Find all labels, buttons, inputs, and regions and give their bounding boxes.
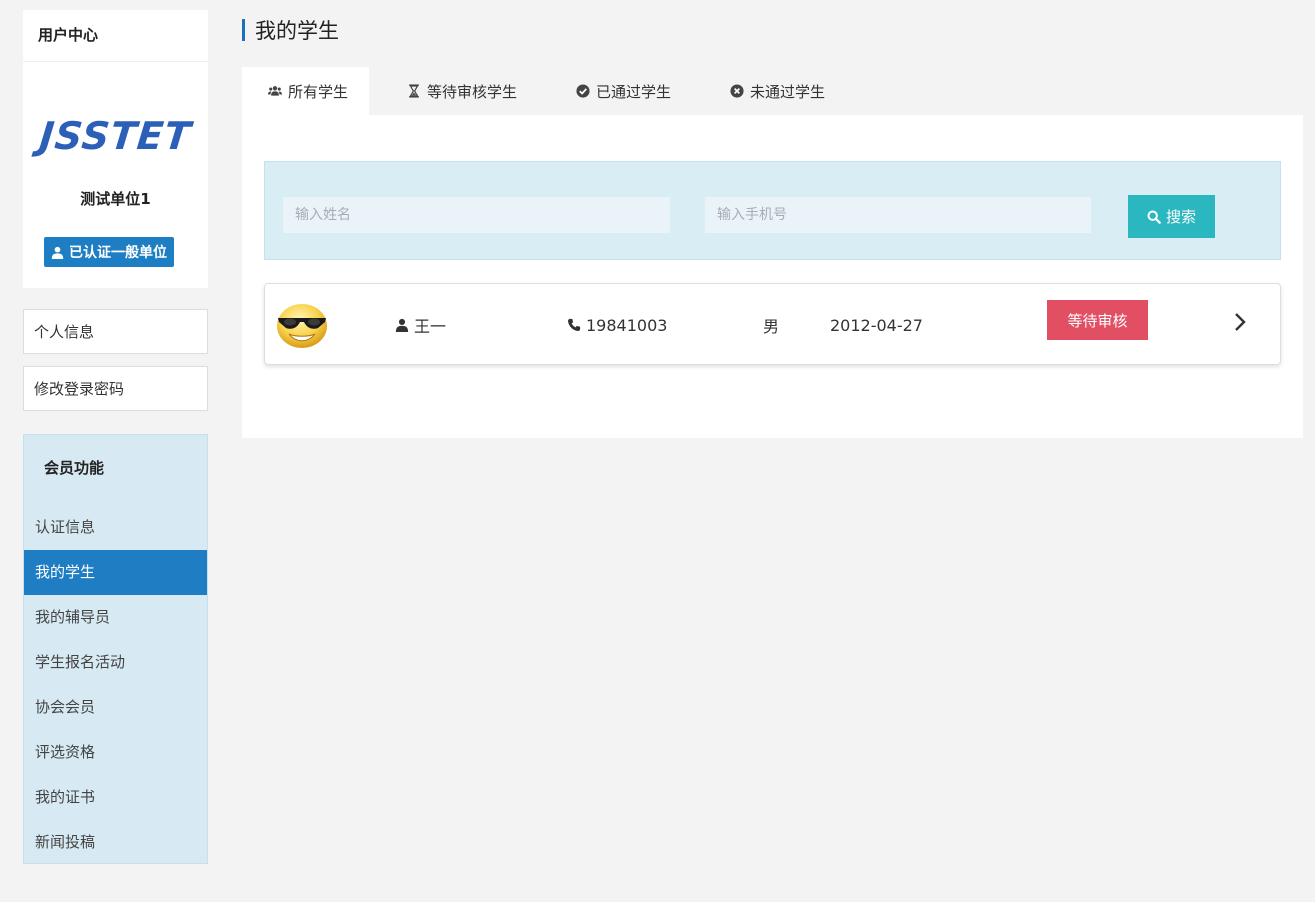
menu-item-association-members[interactable]: 协会会员 bbox=[24, 685, 207, 730]
tab-pending-students[interactable]: 等待审核学生 bbox=[381, 67, 538, 115]
user-center-card: 用户中心 JSSTET 测试单位1 已认证一般单位 bbox=[23, 10, 208, 288]
search-box: 搜索 bbox=[264, 161, 1281, 260]
user-center-title: 用户中心 bbox=[23, 10, 208, 62]
menu-item-my-certificates[interactable]: 我的证书 bbox=[24, 775, 207, 820]
menu-item-my-counselors[interactable]: 我的辅导员 bbox=[24, 595, 207, 640]
jsstet-logo: JSSTET bbox=[37, 114, 194, 158]
users-icon bbox=[268, 86, 282, 96]
student-name-text: 王一 bbox=[414, 317, 447, 336]
main-content: 我的学生 所有学生 等待审核学生 已通过学生 未通过学生 输入姓名 输入手机号 … bbox=[242, 10, 1303, 438]
menu-item-my-students[interactable]: 我的学生 bbox=[24, 550, 207, 595]
student-tabs: 所有学生 等待审核学生 已通过学生 未通过学生 bbox=[242, 67, 1303, 115]
students-panel: 搜索 bbox=[242, 115, 1303, 438]
chevron-right-icon[interactable] bbox=[1233, 311, 1247, 333]
menu-item-news-submission[interactable]: 新闻投稿 bbox=[24, 820, 207, 865]
tab-rejected-students[interactable]: 未通过学生 bbox=[704, 67, 846, 115]
student-row[interactable]: 王一 19841003 男 2012-04-27 等待审核 bbox=[264, 283, 1281, 365]
title-accent-bar bbox=[242, 19, 245, 41]
page-title-text: 我的学生 bbox=[255, 19, 339, 43]
student-phone-text: 19841003 bbox=[586, 315, 668, 335]
member-functions-menu: 会员功能 认证信息 我的学生 我的辅导员 学生报名活动 协会会员 评选资格 我的… bbox=[23, 434, 208, 864]
times-circle-icon bbox=[730, 84, 744, 98]
member-functions-title: 会员功能 bbox=[44, 459, 105, 477]
tab-approved-students[interactable]: 已通过学生 bbox=[550, 67, 692, 115]
user-icon bbox=[395, 318, 409, 332]
search-button[interactable]: 搜索 bbox=[1128, 195, 1215, 238]
certification-badge: 已认证一般单位 bbox=[44, 237, 174, 267]
hourglass-icon bbox=[409, 84, 419, 98]
menu-item-selection-qualification[interactable]: 评选资格 bbox=[24, 730, 207, 775]
menu-item-student-activity-signup[interactable]: 学生报名活动 bbox=[24, 640, 207, 685]
student-gender: 男 bbox=[763, 317, 780, 336]
search-icon bbox=[1147, 210, 1161, 224]
menu-item-certification-info[interactable]: 认证信息 bbox=[24, 505, 207, 550]
student-phone: 19841003 bbox=[567, 284, 667, 366]
certification-badge-label: 已认证一般单位 bbox=[69, 245, 167, 261]
name-search-input[interactable] bbox=[283, 197, 670, 233]
unit-name: 测试单位1 bbox=[80, 190, 151, 208]
student-birthdate: 2012-04-27 bbox=[830, 315, 923, 335]
sidebar: 用户中心 JSSTET 测试单位1 已认证一般单位 个人信息 修改登录密码 会员… bbox=[23, 10, 208, 864]
tab-approved-students-label: 已通过学生 bbox=[596, 82, 672, 101]
search-button-label: 搜索 bbox=[1165, 208, 1196, 226]
status-badge: 等待审核 bbox=[1047, 300, 1148, 340]
user-icon bbox=[51, 246, 64, 259]
page-title: 我的学生 bbox=[242, 10, 1303, 50]
tab-all-students-label: 所有学生 bbox=[288, 82, 349, 101]
tab-all-students[interactable]: 所有学生 bbox=[242, 67, 370, 115]
personal-info-link[interactable]: 个人信息 bbox=[23, 309, 208, 354]
student-name: 王一 bbox=[395, 284, 446, 366]
tab-rejected-students-label: 未通过学生 bbox=[750, 82, 826, 101]
avatar bbox=[277, 304, 327, 348]
tab-pending-students-label: 等待审核学生 bbox=[427, 82, 518, 101]
change-password-link[interactable]: 修改登录密码 bbox=[23, 366, 208, 411]
phone-icon bbox=[568, 318, 581, 331]
phone-search-input[interactable] bbox=[705, 197, 1091, 233]
check-circle-icon bbox=[576, 84, 590, 98]
